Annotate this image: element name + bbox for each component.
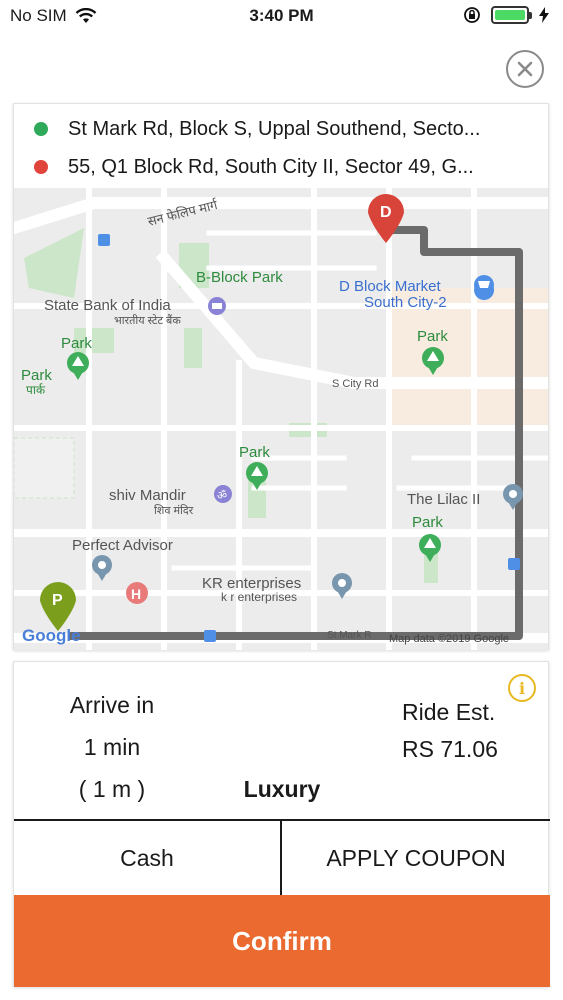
map-label-park-3: Park xyxy=(417,328,448,345)
map-label-s-city-rd: S City Rd xyxy=(332,378,378,390)
arrive-time: 1 min xyxy=(83,734,141,760)
charging-icon xyxy=(539,7,549,23)
map-label-park-1: Park xyxy=(61,335,92,352)
drop-dot xyxy=(34,160,48,174)
hospital-icon: H xyxy=(126,582,148,604)
google-logo: Google xyxy=(22,626,81,645)
map-label-south-city-2: South City-2 xyxy=(364,294,447,311)
map-label-sbi: State Bank of India xyxy=(44,297,171,314)
battery-icon xyxy=(491,6,532,24)
map-label-park-4: Park xyxy=(239,444,270,461)
drop-row[interactable]: 55, Q1 Block Rd, South City II, Sector 4… xyxy=(14,148,548,186)
map-label-perfect-advisor: Perfect Advisor xyxy=(72,537,173,554)
map-label-shiv-mandir: shiv Mandir xyxy=(109,487,186,504)
pickup-address: St Mark Rd, Block S, Uppal Southend, Sec… xyxy=(68,117,481,140)
apply-coupon-button[interactable]: APPLY COUPON xyxy=(282,821,550,895)
svg-text:D: D xyxy=(380,204,392,221)
vehicle-type: Luxury xyxy=(243,776,321,802)
payment-method-button[interactable]: Cash xyxy=(14,821,280,895)
pickup-dot xyxy=(34,122,48,136)
map-view[interactable]: सन फेलिप मार्ग B-Block Park D Block Mark… xyxy=(14,188,548,650)
ride-estimate: Ride Est. RS 71.06 xyxy=(402,694,498,768)
map-label-d-block-market: D Block Market xyxy=(339,278,442,295)
map-label-shiv-mandir-hindi: शिव मंदिर xyxy=(154,504,194,517)
svg-text:P: P xyxy=(52,592,63,609)
status-right xyxy=(463,6,549,24)
map-label-st-mark-rd: St Mark R xyxy=(327,630,371,641)
orientation-lock-icon xyxy=(464,7,480,23)
confirm-button[interactable]: Confirm xyxy=(14,895,550,987)
ride-est-label: Ride Est. xyxy=(402,699,496,725)
drop-address: 55, Q1 Block Rd, South City II, Sector 4… xyxy=(68,155,474,178)
map-attribution: Map data ©2019 Google xyxy=(389,633,509,645)
map-label-park-hindi: पार्क xyxy=(26,383,46,397)
map-label-kr-enterprises-lower: k r enterprises xyxy=(221,590,297,604)
temple-icon: ॐ xyxy=(214,485,232,503)
map-canvas: सन फेलिप मार्ग B-Block Park D Block Mark… xyxy=(14,188,548,650)
info-icon[interactable]: i xyxy=(508,674,536,702)
map-label-b-block-park: B-Block Park xyxy=(196,269,283,286)
map-label-the-lilac: The Lilac II xyxy=(407,491,480,508)
close-button[interactable] xyxy=(506,50,544,88)
svg-text:ॐ: ॐ xyxy=(217,489,227,502)
pickup-row[interactable]: St Mark Rd, Block S, Uppal Southend, Sec… xyxy=(14,110,548,148)
map-label-park-5: Park xyxy=(412,514,443,531)
bank-icon xyxy=(208,297,226,315)
status-bar: No SIM 3:40 PM xyxy=(0,0,563,32)
close-icon xyxy=(517,61,533,77)
route-card: St Mark Rd, Block S, Uppal Southend, Sec… xyxy=(13,103,549,650)
ride-details-card: Arrive in 1 min ( 1 m ) Ride Est. RS 71.… xyxy=(13,661,550,987)
map-label-sbi-hindi: भारतीय स्टेट बैंक xyxy=(114,314,181,327)
map-label-park-2: Park xyxy=(21,367,52,384)
arrive-label: Arrive in xyxy=(69,692,155,718)
svg-text:H: H xyxy=(131,586,141,602)
ride-est-value: RS 71.06 xyxy=(402,736,498,762)
